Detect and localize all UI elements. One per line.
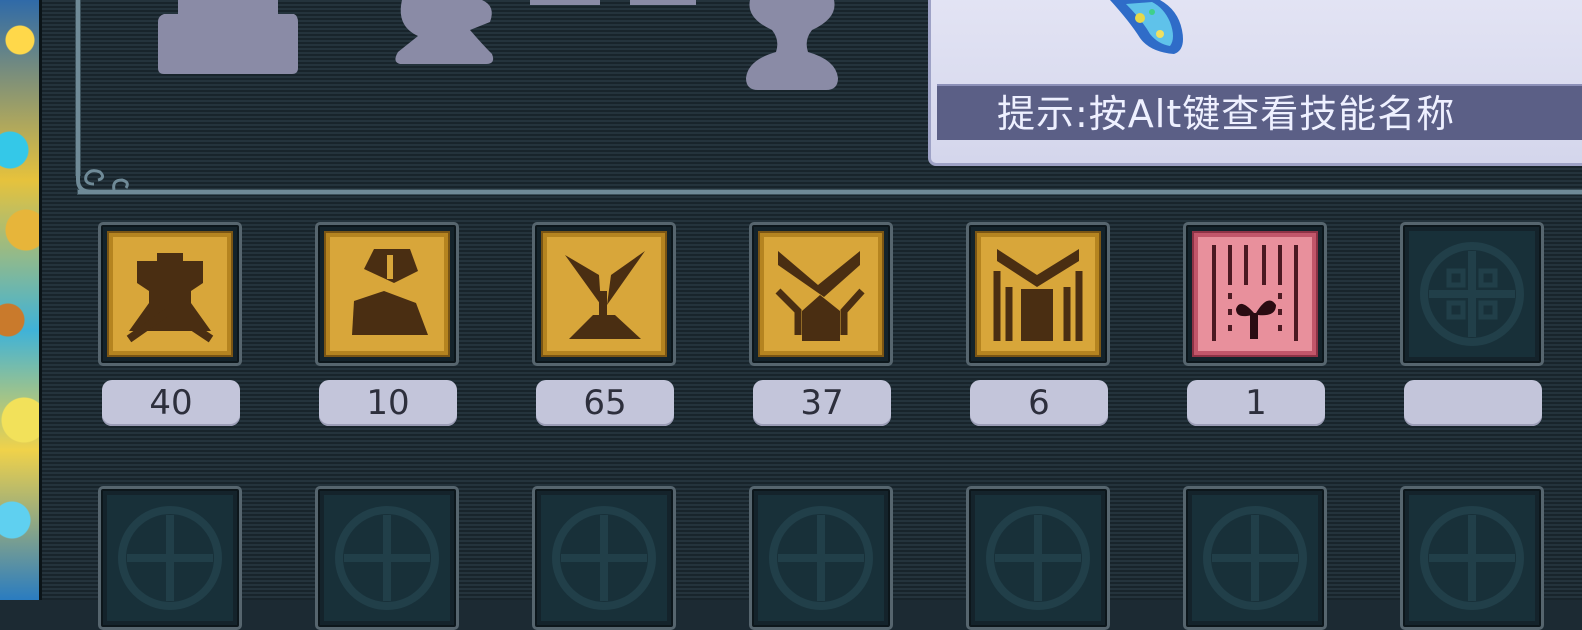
fist-rune-icon (107, 231, 233, 357)
skill-count-5: 6 (970, 380, 1108, 426)
arrow-rune-icon (758, 231, 884, 357)
skill-slot-row2-1[interactable] (98, 486, 242, 630)
skill-slot-6[interactable] (1183, 222, 1327, 366)
empty-slot-emblem-icon (324, 495, 450, 621)
empty-slot-emblem-icon (1409, 231, 1535, 357)
skill-count-6: 1 (1187, 380, 1325, 426)
empty-slot-emblem-icon (541, 495, 667, 621)
figurine-silhouette-icon (395, 0, 494, 64)
skill-count-1: 40 (102, 380, 240, 426)
skill-slot-row2-4[interactable] (749, 486, 893, 630)
skill-count-7 (1404, 380, 1542, 426)
seedling-rune-icon (1192, 231, 1318, 357)
empty-slot-emblem-icon (1192, 495, 1318, 621)
crystal-feather-icon (1110, 0, 1183, 54)
skill-count-4: 37 (753, 380, 891, 426)
skill-slot-1[interactable] (98, 222, 242, 366)
skill-slot-row2-2[interactable] (315, 486, 459, 630)
skill-slot-3[interactable] (532, 222, 676, 366)
sprout-rune-icon (541, 231, 667, 357)
scroll-curl-ornament-icon (76, 150, 140, 194)
game-scene-edge (0, 0, 42, 600)
skill-slot-4[interactable] (749, 222, 893, 366)
skill-slot-7-empty[interactable] (1400, 222, 1544, 366)
empty-slot-emblem-icon (107, 495, 233, 621)
panel-divider (78, 190, 1582, 194)
treasure-chest-silhouette-icon (158, 0, 298, 74)
skill-slot-2[interactable] (315, 222, 459, 366)
skill-slot-row2-3[interactable] (532, 486, 676, 630)
skill-count-2: 10 (319, 380, 457, 426)
empty-slot-emblem-icon (758, 495, 884, 621)
skill-slot-row2-5[interactable] (966, 486, 1110, 630)
empty-slot-emblem-icon (975, 495, 1101, 621)
skill-slot-5[interactable] (966, 222, 1110, 366)
goblet-silhouette-icon (746, 0, 838, 90)
gate-rune-icon (975, 231, 1101, 357)
flag-rune-icon (324, 231, 450, 357)
skill-count-3: 65 (536, 380, 674, 426)
panel-frame-left (76, 0, 80, 175)
hint-text: 提示:按Alt键查看技能名称 (937, 84, 1582, 140)
empty-slot-emblem-icon (1409, 495, 1535, 621)
shield-bar-silhouette-icon (530, 0, 696, 5)
skill-slot-row2-6[interactable] (1183, 486, 1327, 630)
skill-slot-row2-7[interactable] (1400, 486, 1544, 630)
